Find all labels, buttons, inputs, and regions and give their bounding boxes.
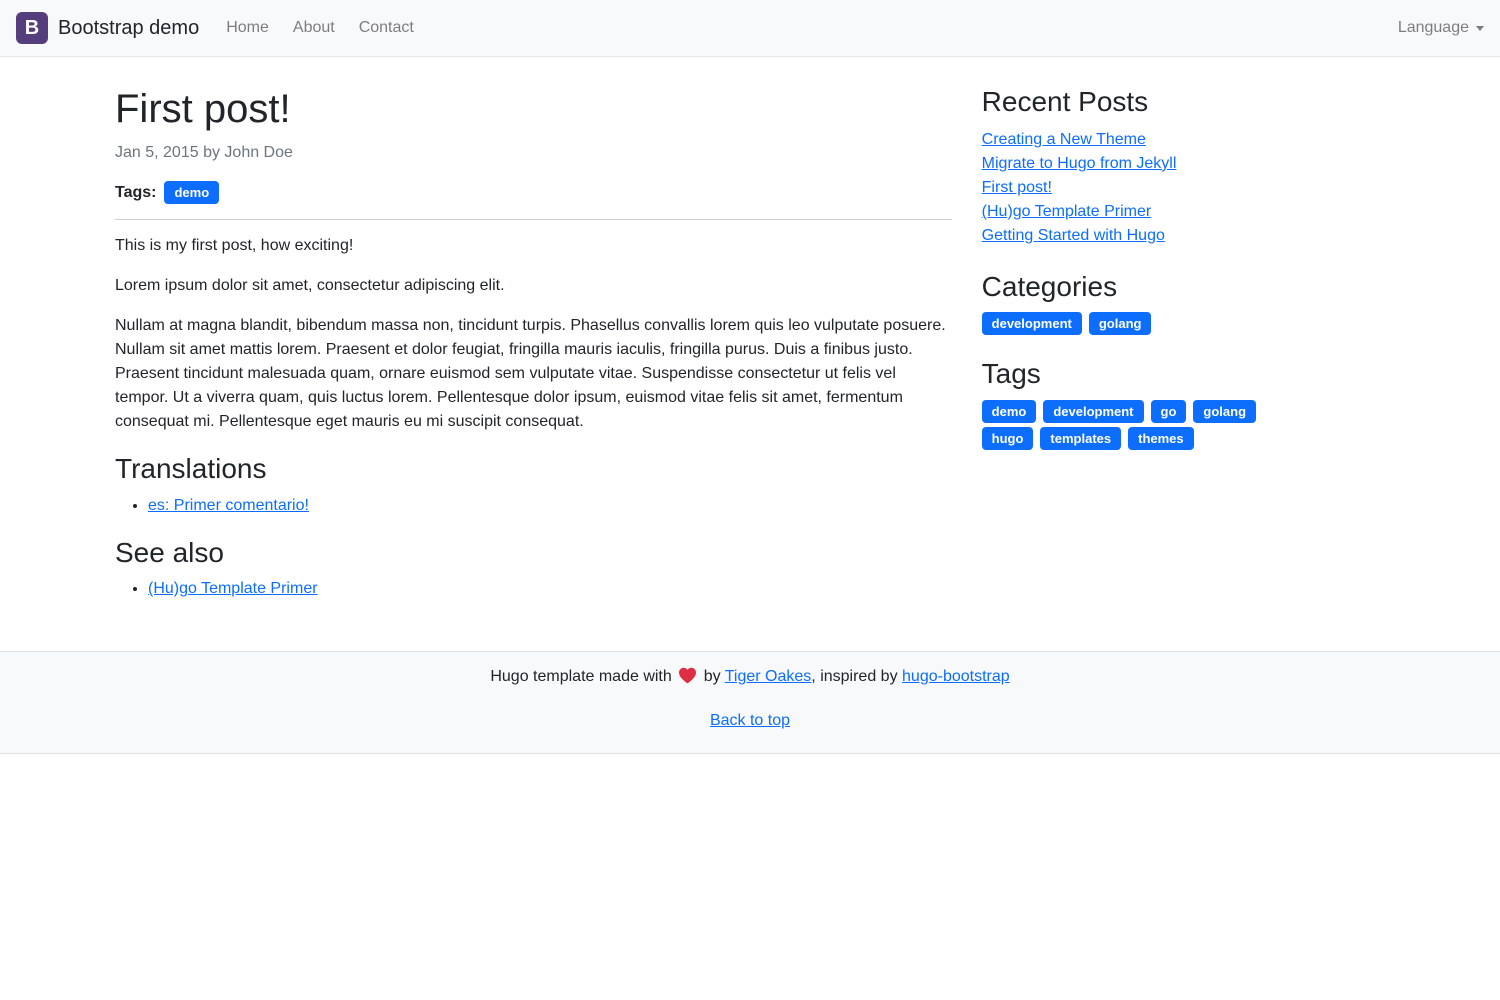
content-row: First post! Jan 5, 2015 by John Doe Tags… bbox=[100, 57, 1400, 617]
tag-badge[interactable]: templates bbox=[1040, 427, 1121, 450]
tag-badge-demo[interactable]: demo bbox=[164, 181, 219, 204]
recent-posts-list: Creating a New Theme Migrate to Hugo fro… bbox=[982, 128, 1385, 248]
footer-inspired-text: , inspired by bbox=[811, 668, 897, 685]
back-to-top-line: Back to top bbox=[0, 709, 1500, 733]
tags-heading: Tags bbox=[982, 357, 1385, 391]
post-divider bbox=[115, 219, 952, 220]
see-also-list: (Hu)go Template Primer bbox=[115, 577, 952, 601]
category-badge[interactable]: development bbox=[982, 312, 1082, 335]
navbar: B Bootstrap demo Home About Contact Lang… bbox=[0, 0, 1500, 57]
nav-link-home[interactable]: Home bbox=[218, 11, 277, 45]
post-meta: Jan 5, 2015 by John Doe bbox=[115, 141, 952, 165]
translations-list: es: Primer comentario! bbox=[115, 494, 952, 518]
footer-by-text: by bbox=[704, 668, 721, 685]
footer-made-with-text: Hugo template made with bbox=[490, 668, 671, 685]
post-paragraph: Nullam at magna blandit, bibendum massa … bbox=[115, 314, 952, 434]
brand-link[interactable]: B Bootstrap demo bbox=[16, 12, 199, 44]
category-badge[interactable]: golang bbox=[1089, 312, 1152, 335]
recent-post-link[interactable]: Creating a New Theme bbox=[982, 131, 1146, 148]
categories-heading: Categories bbox=[982, 270, 1385, 304]
footer: Hugo template made with by Tiger Oakes, … bbox=[0, 651, 1500, 754]
translation-link[interactable]: es: Primer comentario! bbox=[148, 497, 309, 514]
list-item: (Hu)go Template Primer bbox=[982, 200, 1385, 224]
footer-credit-line: Hugo template made with by Tiger Oakes, … bbox=[0, 665, 1500, 692]
post-tags-line: Tags: demo bbox=[115, 181, 952, 204]
list-item: es: Primer comentario! bbox=[148, 494, 952, 518]
post-paragraph: Lorem ipsum dolor sit amet, consectetur … bbox=[115, 274, 952, 298]
recent-posts-heading: Recent Posts bbox=[982, 85, 1385, 119]
brand-title: Bootstrap demo bbox=[58, 17, 199, 40]
tag-badge[interactable]: demo bbox=[982, 400, 1037, 423]
list-item: Migrate to Hugo from Jekyll bbox=[982, 152, 1385, 176]
page-container: First post! Jan 5, 2015 by John Doe Tags… bbox=[85, 57, 1415, 617]
list-item: (Hu)go Template Primer bbox=[148, 577, 952, 601]
list-item: First post! bbox=[982, 176, 1385, 200]
see-also-link[interactable]: (Hu)go Template Primer bbox=[148, 580, 318, 597]
nav-item: Contact bbox=[347, 11, 426, 45]
language-label: Language bbox=[1398, 19, 1469, 37]
tag-badges: demo development go golang hugo template… bbox=[982, 400, 1294, 450]
sidebar: Recent Posts Creating a New Theme Migrat… bbox=[967, 85, 1400, 450]
tag-badge[interactable]: hugo bbox=[982, 427, 1034, 450]
logo-letter: B bbox=[25, 17, 39, 40]
page-title: First post! bbox=[115, 85, 952, 133]
post-article: First post! Jan 5, 2015 by John Doe Tags… bbox=[100, 85, 967, 617]
category-badges: development golang bbox=[982, 312, 1385, 335]
recent-post-link[interactable]: Getting Started with Hugo bbox=[982, 227, 1165, 244]
list-item: Getting Started with Hugo bbox=[982, 224, 1385, 248]
nav-link-about[interactable]: About bbox=[285, 11, 343, 45]
tag-badge[interactable]: development bbox=[1043, 400, 1143, 423]
post-paragraph: This is my first post, how exciting! bbox=[115, 234, 952, 258]
inspiration-link[interactable]: hugo-bootstrap bbox=[902, 668, 1010, 685]
nav-links: Home About Contact bbox=[214, 11, 426, 45]
nav-link-contact[interactable]: Contact bbox=[351, 11, 422, 45]
tag-badge[interactable]: go bbox=[1151, 400, 1187, 423]
language-dropdown[interactable]: Language bbox=[1398, 19, 1484, 37]
tag-badge[interactable]: golang bbox=[1193, 400, 1256, 423]
back-to-top-link[interactable]: Back to top bbox=[710, 712, 790, 729]
list-item: Creating a New Theme bbox=[982, 128, 1385, 152]
heart-icon bbox=[678, 667, 697, 692]
recent-post-link[interactable]: Migrate to Hugo from Jekyll bbox=[982, 155, 1177, 172]
recent-post-link[interactable]: First post! bbox=[982, 179, 1052, 196]
translations-heading: Translations bbox=[115, 452, 952, 486]
see-also-heading: See also bbox=[115, 536, 952, 570]
author-link[interactable]: Tiger Oakes bbox=[725, 668, 812, 685]
tags-label: Tags: bbox=[115, 184, 156, 202]
caret-down-icon bbox=[1476, 26, 1484, 31]
nav-item: Home bbox=[214, 11, 281, 45]
recent-post-link[interactable]: (Hu)go Template Primer bbox=[982, 203, 1152, 220]
nav-item: About bbox=[281, 11, 347, 45]
bootstrap-logo-icon: B bbox=[16, 12, 48, 44]
tag-badge[interactable]: themes bbox=[1128, 427, 1194, 450]
